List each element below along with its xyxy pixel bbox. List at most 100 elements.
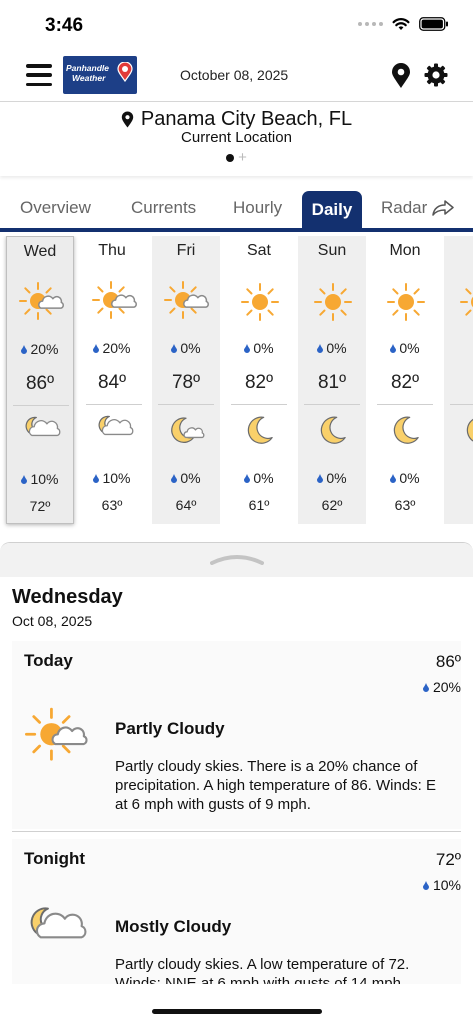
day-condition-icon xyxy=(92,279,138,325)
night-precip-value: 0% xyxy=(253,470,274,486)
day-precip-value: 0% xyxy=(399,340,420,356)
gear-icon[interactable] xyxy=(424,63,448,87)
day-precip: 0% xyxy=(225,340,293,356)
location-page-indicator[interactable]: + xyxy=(0,150,473,165)
menu-button[interactable] xyxy=(26,64,52,86)
day-column-1[interactable]: Thu 20% 84º 10% 63º xyxy=(80,236,144,524)
period-divider xyxy=(12,831,461,832)
location-marker-icon xyxy=(121,111,134,128)
panel-handle-area[interactable] xyxy=(0,543,473,577)
day-name: Sat xyxy=(246,242,271,259)
wifi-icon xyxy=(392,18,410,30)
add-location-button[interactable]: + xyxy=(238,150,247,165)
high-temp: 84º xyxy=(97,372,127,393)
share-arrow-icon xyxy=(432,200,455,216)
mostly-cloudy-night-icon xyxy=(22,903,92,967)
day-column-5[interactable]: Mon 0% 82º 0% 63º xyxy=(371,236,439,524)
period-condition: Mostly Cloudy xyxy=(115,917,232,936)
period-tonight: Tonight 72º 10% Mostly Cloudy Partly clo… xyxy=(12,839,461,984)
day-name: Mon xyxy=(389,242,421,259)
night-precip: 10% xyxy=(80,470,144,486)
column-divider xyxy=(13,405,69,406)
day-precip-value: 20% xyxy=(102,340,131,356)
day-precip: 20% xyxy=(7,341,73,357)
day-column-2[interactable]: Fri 0% 78º 0% 64º xyxy=(152,236,220,524)
app-header: Panhandle Weather October 08, 2025 xyxy=(0,50,473,102)
column-divider xyxy=(304,404,360,405)
raindrop-icon xyxy=(422,682,429,692)
raindrop-icon xyxy=(317,473,324,483)
chevron-up-icon[interactable] xyxy=(210,553,264,565)
clear-night-icon xyxy=(466,418,473,442)
partly-cloudy-night-icon xyxy=(171,417,205,443)
period-temp: 86º xyxy=(435,652,461,671)
sunny-icon xyxy=(387,283,425,321)
status-bar: 3:46 xyxy=(0,0,473,50)
day-precip: 0% xyxy=(371,340,439,356)
period-today: Today 86º 20% Partly Cloudy Partly cloud… xyxy=(12,641,461,829)
mostly-cloudy-night-icon xyxy=(98,415,134,436)
raindrop-icon xyxy=(21,344,28,354)
tab-hourly[interactable]: Hourly xyxy=(233,198,282,218)
raindrop-icon xyxy=(93,473,100,483)
high-temp: 81º xyxy=(317,372,347,393)
night-precip-value: 0% xyxy=(180,470,201,486)
partly-cloudy-day-icon xyxy=(22,705,92,769)
tab-radar[interactable]: Radar xyxy=(381,198,455,218)
partly-cloudy-day-icon xyxy=(25,707,88,761)
low-temp: 62º xyxy=(321,497,343,513)
period-precip: 20% xyxy=(422,679,461,695)
column-divider xyxy=(86,404,142,405)
raindrop-icon xyxy=(21,474,28,484)
raindrop-icon xyxy=(93,343,100,353)
tab-daily[interactable]: Daily xyxy=(302,191,362,228)
day-name: Thu xyxy=(98,242,126,259)
day-column-3[interactable]: Sat 0% 82º 0% 61º xyxy=(225,236,293,524)
day-column-0[interactable]: Wed 20% 86º 10% 72º xyxy=(6,236,74,524)
period-precip: 10% xyxy=(422,877,461,893)
low-temp: 64º xyxy=(175,497,197,513)
clear-night-icon xyxy=(393,416,419,444)
mostly-cloudy-night-icon xyxy=(25,416,61,437)
day-name: Sun xyxy=(317,242,347,259)
night-precip-value: 10% xyxy=(30,471,59,487)
tab-radar-label: Radar xyxy=(381,198,428,217)
day-name: Wed xyxy=(23,243,57,260)
logo-line2: Weather xyxy=(72,73,106,83)
night-condition-icon xyxy=(19,414,65,454)
high-temp: 8 xyxy=(444,372,473,394)
low-temp: 63º xyxy=(394,497,416,513)
raindrop-icon xyxy=(244,343,251,353)
tab-bar: Overview Currents Hourly Daily Radar xyxy=(0,190,473,232)
location-section: Panama City Beach, FL Current Location + xyxy=(0,102,473,176)
day-precip: 0% xyxy=(152,340,220,356)
detail-date: Oct 08, 2025 xyxy=(12,613,93,629)
day-precip-value: 20% xyxy=(30,341,59,357)
day-column-6[interactable]: T 8 - xyxy=(444,236,473,524)
tab-currents[interactable]: Currents xyxy=(131,198,196,218)
daily-forecast-strip[interactable]: Wed 20% 86º 10% 72º Thu 20% 84º 10% 63º Fri 0% 78º 0%… xyxy=(0,236,473,534)
raindrop-icon xyxy=(317,343,324,353)
cellular-signal-icon xyxy=(358,22,383,26)
night-precip-value: 0% xyxy=(399,470,420,486)
page-dot-active[interactable] xyxy=(226,154,235,162)
partly-cloudy-day-icon xyxy=(92,281,137,319)
night-condition-icon xyxy=(383,413,429,453)
raindrop-icon xyxy=(422,880,429,890)
detail-day-name: Wednesday xyxy=(12,586,123,608)
period-description: Partly cloudy skies. A low temperature o… xyxy=(115,956,410,984)
period-title: Today xyxy=(24,651,73,670)
day-column-4[interactable]: Sun 0% 81º 0% 62º xyxy=(298,236,366,524)
mostly-cloudy-night-icon xyxy=(30,907,87,939)
day-precip-value: 0% xyxy=(180,340,201,356)
day-condition-icon xyxy=(19,280,65,326)
day-precip-value: 0% xyxy=(326,340,347,356)
raindrop-icon xyxy=(171,473,178,483)
location-pin-icon[interactable] xyxy=(391,63,411,89)
night-condition-icon xyxy=(310,413,356,453)
high-temp: 82º xyxy=(244,372,274,393)
tab-overview[interactable]: Overview xyxy=(20,198,91,218)
status-icons xyxy=(358,17,449,31)
low-temp: 63º xyxy=(101,497,123,513)
period-precip-value: 10% xyxy=(432,877,461,893)
